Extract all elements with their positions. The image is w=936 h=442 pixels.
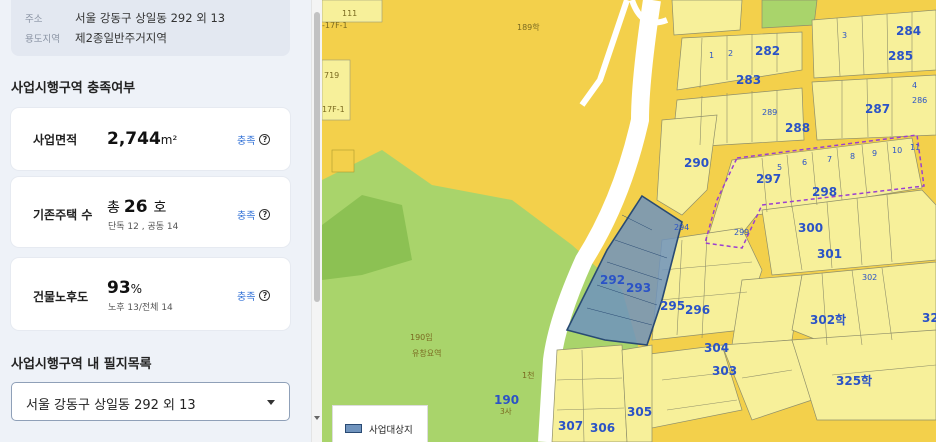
parcel-small-number: 6: [802, 158, 807, 167]
stat-prefix: 총: [107, 200, 120, 216]
legend-swatch: [345, 424, 362, 433]
parcel-number: 306: [590, 421, 615, 435]
parcel-small-number: 7: [827, 155, 832, 164]
parcel-small-number: 3: [842, 31, 847, 40]
parcel-small-number: 11: [910, 143, 920, 152]
parcel-number: 296: [685, 303, 710, 317]
stat-value: 총 26 호: [107, 197, 166, 217]
parcel-number: 290: [684, 156, 709, 170]
zoning-value: 제2종일반주거지역: [75, 31, 167, 45]
parcel-small-number: 286: [912, 96, 927, 105]
status-badge[interactable]: 충족 ?: [237, 132, 271, 147]
place-label: 190임: [410, 333, 433, 342]
parcel-number: 293: [626, 281, 651, 295]
status-label: 충족: [237, 136, 256, 147]
parcel-number: 283: [736, 73, 761, 87]
stat-unit: %: [130, 282, 143, 296]
section-title-requirements: 사업시행구역 충족여부: [11, 81, 136, 96]
parcel-small-number: 5: [777, 163, 782, 172]
stat-card-houses: 기존주택 수 총 26 호 단독 12 , 공동 14 충족 ?: [11, 177, 290, 247]
parcel-number: 190: [494, 393, 519, 407]
parcel-number: 304: [704, 341, 729, 355]
help-icon[interactable]: ?: [259, 290, 271, 301]
place-label: 111: [342, 9, 357, 18]
parcel-number: 301: [817, 247, 842, 261]
place-label: 1천: [522, 370, 534, 380]
parcel-number: 287: [865, 102, 890, 116]
side-panel: 주소 서울 강동구 상일동 292 외 13 용도지역 제2종일반주거지역 사업…: [0, 0, 311, 442]
help-icon[interactable]: ?: [259, 134, 271, 145]
address-info-card: 주소 서울 강동구 상일동 292 외 13 용도지역 제2종일반주거지역: [11, 0, 290, 56]
legend-label: 사업대상지: [369, 425, 413, 436]
stat-value: 93%: [107, 278, 142, 298]
parcel-small-number: 299: [734, 228, 749, 237]
address-key: 주소: [25, 14, 43, 25]
stat-label: 건물노후도: [33, 290, 89, 304]
parcel-small-number: 8: [850, 152, 855, 161]
stat-label: 기존주택 수: [33, 208, 93, 222]
parcel-small-number: 302: [862, 273, 877, 282]
parcel-number: 325학: [836, 373, 872, 388]
stat-number: 26: [123, 197, 148, 217]
stat-unit: m²: [160, 133, 178, 147]
parcel-number: 305: [627, 405, 652, 419]
map-canvas[interactable]: 189학 190임 유창요역 1천 111 -17F-1 719 17F-1 1…: [322, 0, 936, 442]
map-graphic: 189학 190임 유창요역 1천 111 -17F-1 719 17F-1 1…: [322, 0, 936, 442]
place-label: 189학: [517, 22, 540, 32]
place-label: 3사: [500, 407, 512, 416]
zoning-row: 용도지역 제2종일반주거지역: [25, 30, 167, 46]
parcel-small-number: 289: [762, 108, 777, 117]
parcel-small-number: 294: [674, 223, 689, 232]
stat-card-area: 사업면적 2,744m² 충족 ?: [11, 108, 290, 170]
status-badge[interactable]: 충족 ?: [237, 207, 271, 222]
parcel-number: 288: [785, 121, 810, 135]
parcel-number: 297: [756, 172, 781, 186]
place-label: 17F-1: [322, 105, 345, 114]
address-value: 서울 강동구 상일동 292 외 13: [75, 11, 226, 25]
stat-subtext: 노후 13/전체 14: [108, 303, 173, 313]
address-row: 주소 서울 강동구 상일동 292 외 13: [25, 10, 225, 26]
status-badge[interactable]: 충족 ?: [237, 288, 271, 303]
status-label: 충족: [237, 292, 256, 303]
parcel-small-number: 10: [892, 146, 902, 155]
place-label: 719: [324, 71, 339, 80]
help-icon[interactable]: ?: [259, 209, 271, 220]
parcel: [331, 149, 355, 173]
parcel-number: 303: [712, 364, 737, 378]
place-label: 유창요역: [412, 348, 441, 358]
parcel-number: 298: [812, 185, 837, 199]
parcel-small-number: 4: [912, 81, 917, 90]
stat-label: 사업면적: [33, 133, 78, 147]
parcel-number: 300: [798, 221, 823, 235]
scrollbar-thumb[interactable]: [314, 12, 320, 302]
place-label: -17F-1: [322, 21, 348, 30]
panel-scrollbar[interactable]: [311, 0, 322, 442]
section-title-parcels: 사업시행구역 내 필지목록: [11, 357, 152, 372]
parcel-select-value: 서울 강동구 상일동 292 외 13: [26, 398, 196, 413]
parcel-small-number: 2: [728, 49, 733, 58]
map-legend: 사업대상지: [332, 405, 428, 442]
parcel-number: 302학: [810, 312, 846, 327]
parcel-small-number: 1: [709, 51, 714, 60]
status-label: 충족: [237, 211, 256, 222]
parcel-small-number: 9: [872, 149, 877, 158]
parcel-select[interactable]: 서울 강동구 상일동 292 외 13: [11, 382, 290, 421]
zoning-key: 용도지역: [25, 34, 60, 45]
parcel-number: 32: [922, 311, 936, 325]
stat-card-aging: 건물노후도 93% 노후 13/전체 14 충족 ?: [11, 258, 290, 330]
stat-unit: 호: [153, 200, 167, 216]
parcel-number: 285: [888, 49, 913, 63]
parcel-number: 307: [558, 419, 583, 433]
stat-value: 2,744m²: [107, 129, 177, 149]
stat-number: 2,744: [107, 129, 161, 149]
stat-number: 93: [107, 278, 131, 298]
parcel-number: 292: [600, 273, 625, 287]
stat-subtext: 단독 12 , 공동 14: [108, 222, 179, 232]
scroll-down-arrow-icon[interactable]: [314, 416, 320, 420]
chevron-down-icon[interactable]: [267, 400, 275, 405]
parcel-number: 295: [660, 299, 685, 313]
parcel-number: 282: [755, 44, 780, 58]
parcel-number: 284: [896, 24, 921, 38]
